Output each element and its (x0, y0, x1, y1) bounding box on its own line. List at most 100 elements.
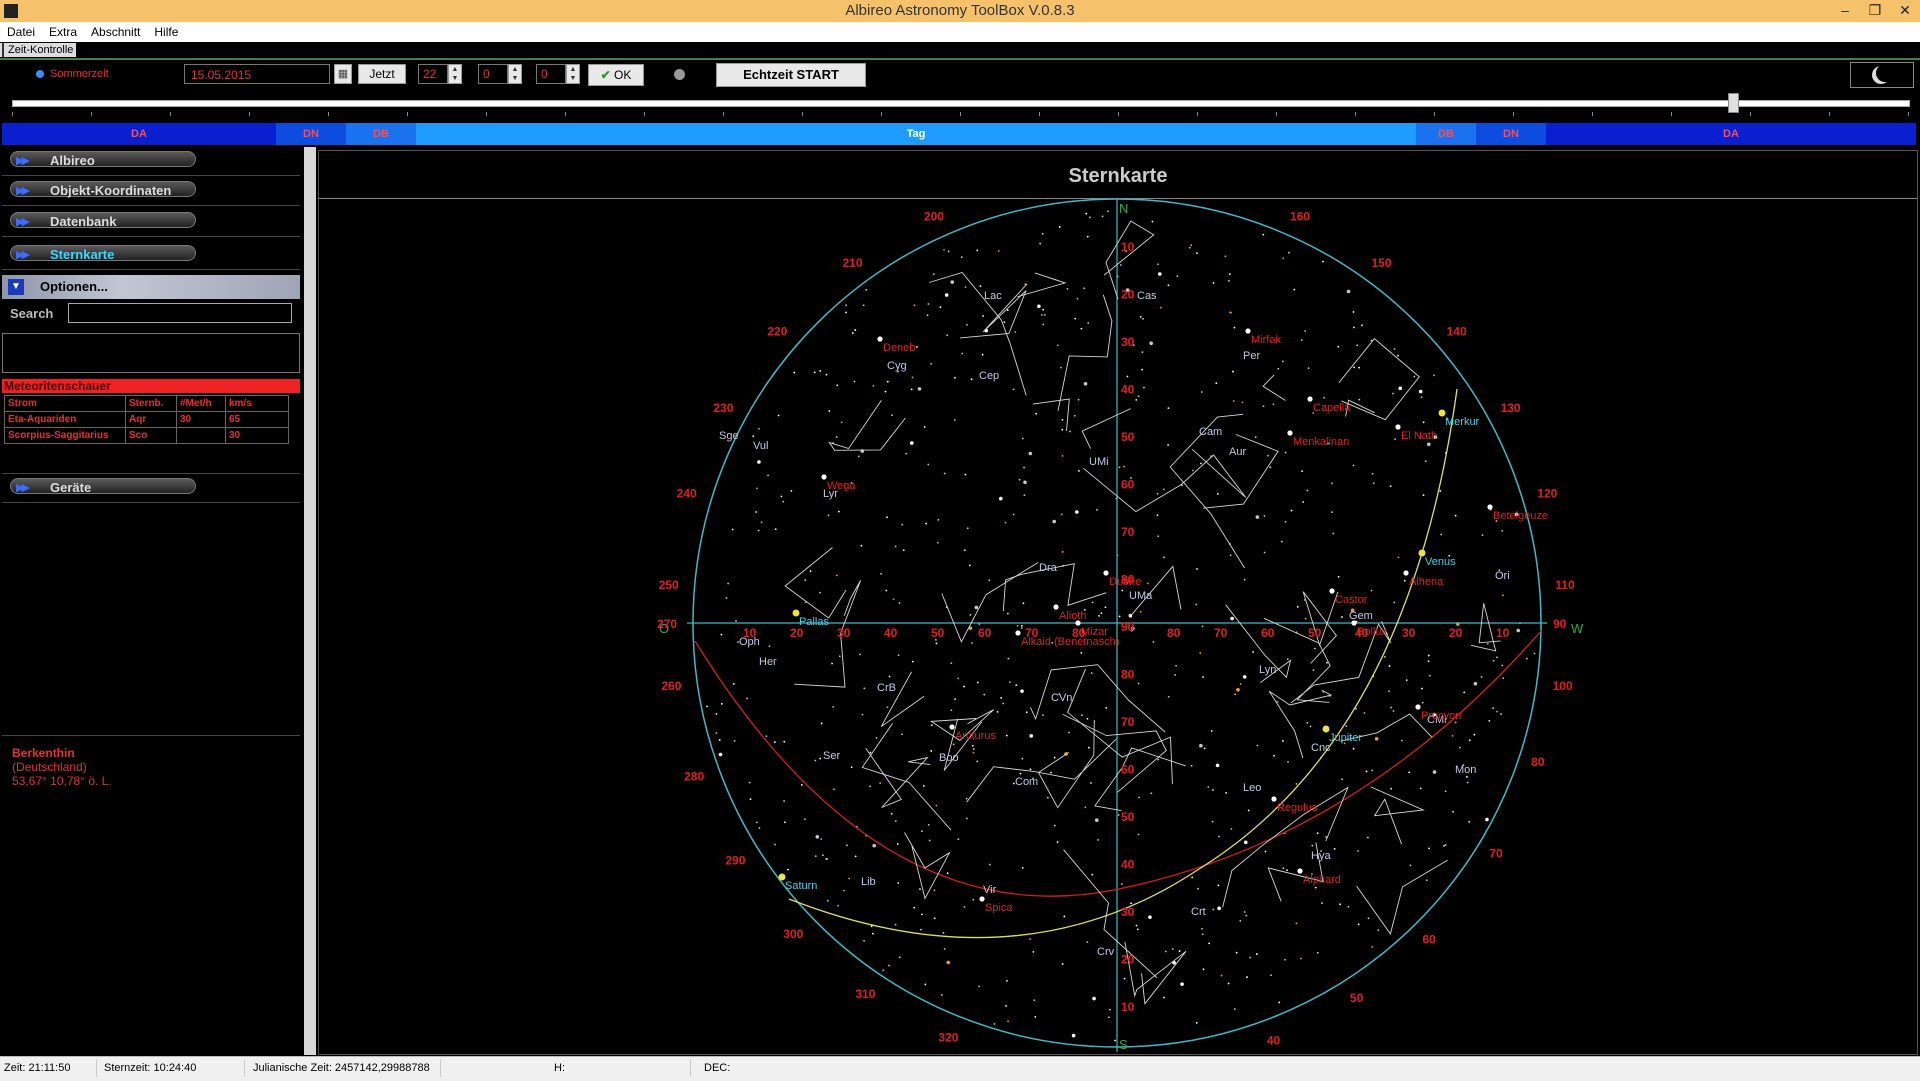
star (819, 591, 822, 594)
sidebar-item-datenbank[interactable]: ▶▶ Datenbank (2, 208, 300, 237)
table-cell: 30 (176, 411, 226, 428)
sidebar-item-label: Sternkarte (50, 247, 115, 262)
star (720, 702, 723, 705)
star (1167, 284, 1170, 287)
minimize-icon[interactable]: – (1830, 0, 1860, 22)
search-input[interactable] (68, 303, 292, 323)
star (1428, 847, 1431, 850)
star (1269, 466, 1272, 469)
constellation-line (1124, 941, 1187, 1005)
sidebar-pill (10, 151, 196, 167)
star (718, 739, 721, 741)
star (1278, 1001, 1281, 1004)
star (1322, 260, 1324, 263)
altitude-label: 30 (1402, 626, 1416, 640)
sidebar-item-geraete[interactable]: ▶▶ Geräte (2, 473, 300, 503)
restore-icon[interactable]: ❐ (1860, 0, 1890, 22)
realtime-indicator-dot (674, 69, 685, 80)
star (1314, 647, 1316, 650)
star (1003, 321, 1006, 324)
star (1016, 624, 1019, 627)
slider-tick (1355, 112, 1356, 116)
slider-tick (1513, 112, 1514, 116)
constellation-label: Ser (823, 750, 840, 762)
table-row[interactable]: Eta-Aquariden Aqr 30 65 (4, 411, 289, 428)
ok-button[interactable]: ✔ OK (588, 64, 644, 86)
menu-datei[interactable]: Datei (0, 22, 42, 42)
moon-icon (1872, 64, 1894, 84)
star (1392, 392, 1394, 395)
slider-tick (960, 112, 961, 116)
star (1123, 465, 1126, 468)
star (1397, 354, 1399, 357)
panel-splitter[interactable] (304, 147, 316, 1055)
jetzt-button[interactable]: Jetzt (358, 64, 406, 84)
star (1277, 367, 1280, 370)
altitude-label: 50 (1308, 626, 1322, 640)
minute-stepper[interactable]: ▲ ▼ (508, 64, 522, 84)
time-slider-thumb[interactable] (1727, 93, 1739, 113)
star (833, 788, 835, 791)
star (1389, 485, 1392, 488)
sidebar-item-objekt-koordinaten[interactable]: ▶▶ Objekt-Koordinaten (2, 177, 300, 206)
star (947, 250, 950, 253)
calendar-icon[interactable]: ▦ (334, 64, 352, 84)
star (1463, 691, 1466, 694)
star (1143, 386, 1145, 389)
second-stepper[interactable]: ▲ ▼ (566, 64, 580, 84)
star (1212, 282, 1215, 284)
star (1306, 489, 1309, 492)
zeit-kontrolle-label[interactable]: Zeit-Kontrolle (0, 43, 77, 57)
altitude-label: 30 (1121, 335, 1135, 349)
star (774, 843, 776, 846)
star-marker (821, 474, 827, 480)
star (1033, 999, 1036, 1002)
date-input[interactable]: 15.05.2015 (184, 64, 330, 84)
table-cell: 65 (225, 411, 289, 428)
star (1272, 403, 1275, 406)
second-input[interactable]: 0 (536, 64, 566, 84)
star (922, 785, 925, 787)
starmap-canvas[interactable]: NSOW160150140130120110100908070605040302… (319, 199, 1915, 1052)
echtzeit-start-button[interactable]: Echtzeit START (716, 63, 866, 87)
star (982, 315, 984, 317)
constellation-label: Cas (1137, 290, 1157, 302)
minute-input[interactable]: 0 (478, 64, 508, 84)
menu-hilfe[interactable]: Hilfe (147, 22, 185, 42)
menu-extra[interactable]: Extra (42, 22, 84, 42)
star-label: Capella (1313, 402, 1351, 414)
sidebar-item-sternkarte[interactable]: ▶▶ Sternkarte (2, 241, 300, 270)
table-row[interactable]: Scorpius-Saggitarius Sco 30 (4, 427, 289, 444)
time-slider-track[interactable] (12, 100, 1910, 107)
sidebar-item-albireo[interactable]: ▶▶ Albireo (2, 147, 300, 176)
optionen-header[interactable]: ▼ Optionen... (2, 275, 300, 299)
menu-abschnitt[interactable]: Abschnitt (84, 22, 147, 42)
slider-tick (1750, 112, 1751, 116)
star (926, 314, 929, 317)
close-icon[interactable]: ✕ (1890, 0, 1920, 22)
hour-stepper[interactable]: ▲ ▼ (448, 64, 462, 84)
star (1262, 233, 1265, 236)
star (1210, 730, 1213, 732)
star (1058, 226, 1061, 228)
star-label: Arcturus (955, 730, 996, 742)
star (879, 782, 882, 784)
star (1236, 687, 1240, 692)
double-arrow-icon: ▶▶ (16, 482, 30, 494)
star (1280, 540, 1283, 543)
star (1427, 660, 1430, 663)
star (1233, 326, 1236, 329)
star (969, 614, 972, 616)
constellation-line (1037, 719, 1095, 809)
star-marker (1245, 328, 1251, 334)
sommerzeit-radio[interactable] (36, 70, 44, 78)
star (1199, 652, 1202, 654)
star (966, 324, 968, 326)
star (1370, 589, 1373, 592)
hour-input[interactable]: 22 (418, 64, 448, 84)
moon-phase-button[interactable] (1850, 62, 1914, 88)
star (1426, 442, 1431, 447)
star (1050, 771, 1052, 774)
search-results-box[interactable] (2, 333, 300, 373)
slider-tick (802, 112, 803, 116)
